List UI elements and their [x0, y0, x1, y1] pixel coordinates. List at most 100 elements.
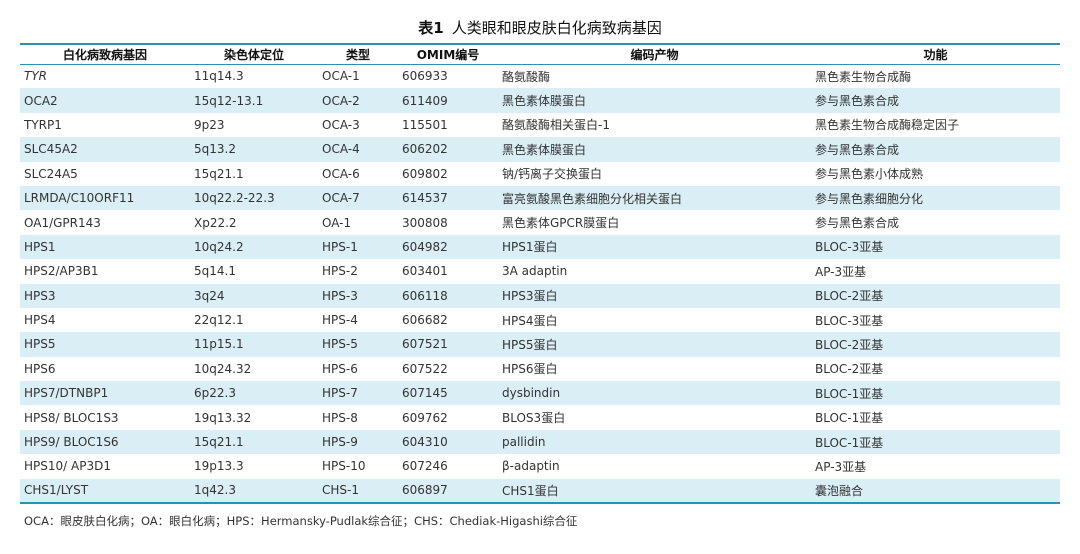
cell-omim: 115501: [402, 117, 448, 132]
table-title-text: 人类眼和眼皮肤白化病致病基因: [451, 19, 662, 37]
table-row: OA1/GPR143 Xp22.2 OA-1 300808 黑色素体GPCR膜蛋白 参与黑…: [20, 210, 1060, 234]
cell-chromosome-location: 15q21.1: [194, 435, 244, 450]
cell-chromosome-location: 15q21.1: [194, 166, 244, 181]
table-row: HPS6 10q24.32 HPS-6 607522 HPS6蛋白 BLOC-2亚基: [20, 357, 1060, 381]
cell-function: AP-3亚基: [815, 264, 867, 279]
cell-type: OA-1: [322, 215, 352, 230]
cell-gene: SLC45A2: [24, 142, 78, 157]
cell-omim: 611409: [402, 93, 448, 108]
cell-chromosome-location: 11q14.3: [194, 69, 244, 84]
cell-type: HPS-3: [322, 288, 358, 303]
cell-type: OCA-2: [322, 93, 360, 108]
cell-omim: 607246: [402, 459, 448, 474]
cell-function: 黑色素生物合成酶稳定因子: [815, 118, 960, 133]
cell-function: BLOC-2亚基: [815, 362, 884, 377]
cell-function: 参与黑色素小体成熟: [815, 167, 924, 182]
cell-gene: HPS6: [24, 361, 56, 376]
cell-chromosome-location: 10q24.32: [194, 361, 252, 376]
cell-gene: TYR: [24, 69, 47, 84]
cell-omim: 614537: [402, 191, 448, 206]
cell-product: pallidin: [502, 435, 546, 450]
header-function: 功能: [811, 43, 1060, 65]
table-row: HPS1 10q24.2 HPS-1 604982 HPS1蛋白 BLOC-3亚基: [20, 234, 1060, 260]
cell-omim: 609802: [402, 166, 448, 181]
cell-omim: 609762: [402, 410, 448, 425]
cell-function: BLOC-2亚基: [815, 289, 884, 304]
cell-omim: 606682: [402, 313, 448, 328]
cell-function: BLOC-2亚基: [815, 337, 884, 352]
cell-type: HPS-9: [322, 435, 358, 450]
table-title: 表1 人类眼和眼皮肤白化病致病基因: [0, 18, 1080, 38]
cell-product: HPS1蛋白: [502, 240, 558, 255]
cell-product: 黑色素体膜蛋白: [502, 94, 587, 109]
cell-product: dysbindin: [502, 386, 561, 401]
cell-gene: HPS10/ AP3D1: [24, 459, 111, 474]
cell-product: β-adaptin: [502, 459, 560, 474]
table-row: LRMDA/C10ORF11 10q22.2-22.3 OCA-7 614537 富亮氨…: [20, 185, 1060, 211]
table-row: OCA2 15q12-13.1 OCA-2 611409 黑色素体膜蛋白 参与黑色素合成: [20, 88, 1060, 113]
cell-chromosome-location: 11p15.1: [194, 337, 244, 352]
cell-product: HPS4蛋白: [502, 313, 558, 328]
cell-chromosome-location: 9p23: [194, 117, 225, 132]
table-header-row: 白化病致病基因 染色体定位 类型 OMIM编号 编码产物 功能: [20, 43, 1060, 65]
cell-gene: OCA2: [24, 93, 58, 108]
cell-product: 酪氨酸酶: [502, 69, 551, 84]
cell-chromosome-location: 15q12-13.1: [194, 93, 264, 108]
cell-gene: HPS7/DTNBP1: [24, 386, 109, 401]
cell-type: OCA-7: [322, 191, 360, 206]
cell-function: BLOC-1亚基: [815, 386, 884, 401]
cell-chromosome-location: 3q24: [194, 288, 225, 303]
table-row: HPS8/ BLOC1S3 19q13.32 HPS-8 609762 BLOS3蛋白 B…: [20, 405, 1060, 429]
albinism-gene-table: 白化病致病基因 染色体定位 类型 OMIM编号 编码产物 功能 TYR 11q14…: [20, 43, 1060, 505]
cell-function: 参与黑色素合成: [815, 142, 900, 157]
table-row: HPS7/DTNBP1 6p22.3 HPS-7 607145 dysbindin BLO…: [20, 381, 1060, 406]
header-chromosome-location: 染色体定位: [190, 43, 318, 65]
cell-type: OCA-4: [322, 142, 360, 157]
cell-gene: HPS5: [24, 337, 56, 352]
cell-product: 富亮氨酸黑色素细胞分化相关蛋白: [502, 191, 683, 206]
cell-function: 参与黑色素合成: [815, 94, 900, 109]
table-row: TYRP1 9p23 OCA-3 115501 酪氨酸酶相关蛋白-1 黑色素生物合成酶稳定…: [20, 113, 1060, 137]
cell-chromosome-location: Xp22.2: [194, 215, 237, 230]
cell-gene: HPS3: [24, 288, 56, 303]
cell-type: HPS-6: [322, 361, 358, 376]
cell-omim: 607522: [402, 361, 448, 376]
cell-chromosome-location: 19q13.32: [194, 410, 252, 425]
header-product: 编码产物: [498, 43, 811, 65]
cell-omim: 604310: [402, 435, 448, 450]
header-type: 类型: [318, 43, 398, 65]
cell-product: HPS6蛋白: [502, 362, 558, 377]
header-omim: OMIM编号: [398, 43, 498, 65]
cell-product: 黑色素体膜蛋白: [502, 142, 587, 157]
cell-function: BLOC-3亚基: [815, 240, 884, 255]
cell-chromosome-location: 22q12.1: [194, 313, 244, 328]
cell-gene: HPS8/ BLOC1S3: [24, 410, 119, 425]
cell-product: 黑色素体GPCR膜蛋白: [502, 216, 620, 231]
cell-product: CHS1蛋白: [498, 478, 811, 505]
cell-gene: CHS1/LYST: [20, 478, 190, 505]
cell-gene: TYRP1: [24, 117, 62, 132]
table-title-label: 表1: [418, 19, 444, 37]
cell-chromosome-location: 5q13.2: [194, 142, 236, 157]
cell-function: BLOC-1亚基: [815, 435, 884, 450]
cell-product: HPS3蛋白: [502, 289, 558, 304]
table-row: HPS10/ AP3D1 19p13.3 HPS-10 607246 β-adaptin…: [20, 454, 1060, 478]
cell-omim: 606118: [402, 288, 448, 303]
cell-type: HPS-1: [322, 239, 358, 254]
cell-type: CHS-1: [318, 478, 398, 505]
cell-gene: HPS9/ BLOC1S6: [24, 435, 119, 450]
cell-product: 3A adaptin: [502, 264, 568, 279]
cell-omim: 607521: [402, 337, 448, 352]
cell-function: 参与黑色素细胞分化: [815, 191, 924, 206]
table-footnote: OCA：眼皮肤白化病；OA：眼白化病；HPS：Hermansky-Pudlak综…: [24, 514, 578, 528]
cell-gene: HPS4: [24, 313, 56, 328]
cell-type: HPS-5: [322, 337, 358, 352]
table-row: HPS9/ BLOC1S6 15q21.1 HPS-9 604310 pallidin B…: [20, 429, 1060, 455]
cell-type: HPS-2: [322, 264, 358, 279]
cell-type: OCA-3: [322, 117, 360, 132]
cell-type: HPS-8: [322, 410, 358, 425]
cell-chromosome-location: 1q42.3: [190, 478, 318, 505]
cell-gene: HPS2/AP3B1: [24, 264, 99, 279]
cell-function: 囊泡融合: [811, 478, 1060, 505]
cell-product: BLOS3蛋白: [502, 411, 566, 426]
